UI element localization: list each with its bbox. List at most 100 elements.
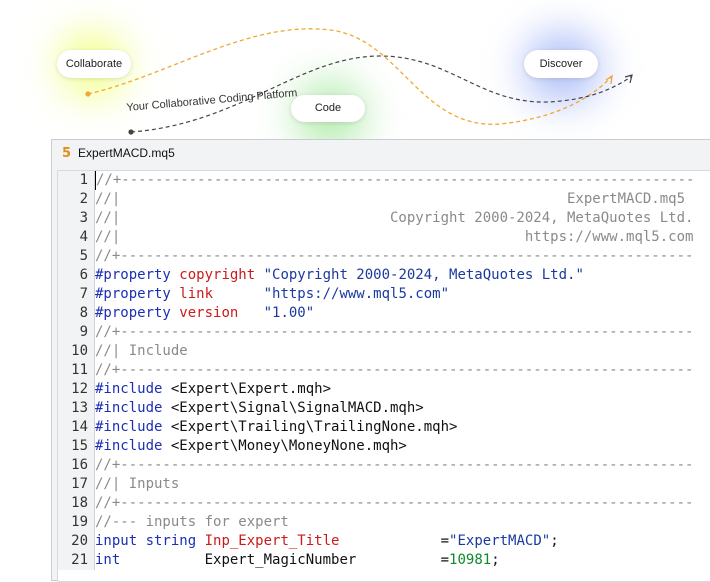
line-number: 2 bbox=[58, 190, 95, 209]
code-token: <Expert\Trailing\TrailingNone.mqh> bbox=[170, 419, 458, 435]
code-token: //+-------------------------------------… bbox=[95, 248, 694, 264]
line-number: 11 bbox=[58, 361, 95, 380]
line-number: 8 bbox=[58, 304, 95, 323]
code-line[interactable]: 8 #property version "1.00" bbox=[58, 304, 710, 323]
code-token: int bbox=[95, 552, 155, 568]
editor-tab[interactable]: 5 ExpertMACD.mq5 bbox=[52, 140, 710, 166]
code-token: //+-------------------------------------… bbox=[96, 172, 695, 188]
code-token: = bbox=[440, 552, 450, 568]
mql5-file-icon: 5 bbox=[62, 145, 72, 161]
line-text: //| Copyright 2000-2024, MetaQuotes Ltd. bbox=[95, 209, 693, 228]
code-line[interactable]: 6 #property copyright "Copyright 2000-202… bbox=[58, 266, 710, 285]
code-token: #include bbox=[95, 381, 171, 397]
line-text: //+-------------------------------------… bbox=[95, 494, 693, 513]
code-token: version bbox=[179, 305, 264, 321]
line-number: 20 bbox=[58, 532, 95, 551]
line-number: 1 bbox=[58, 171, 95, 190]
code-token: input bbox=[95, 533, 146, 549]
code-token: 10981 bbox=[449, 552, 492, 568]
code-token: //| Include bbox=[95, 343, 188, 359]
code-token: Expert_MagicNumber bbox=[154, 552, 441, 568]
line-text: //| Inputs bbox=[95, 475, 179, 494]
code-line[interactable]: 3//| Copyright 2000-2024, MetaQuotes Ltd… bbox=[58, 209, 710, 228]
code-line[interactable]: 10//| Include bbox=[58, 342, 710, 361]
line-number: 18 bbox=[58, 494, 95, 513]
code-line[interactable]: 19//--- inputs for expert bbox=[58, 513, 710, 532]
code-token: <Expert\Expert.mqh> bbox=[170, 381, 332, 397]
code-token: ; bbox=[550, 533, 559, 549]
code-token: = bbox=[440, 533, 450, 549]
line-number: 21 bbox=[58, 551, 95, 570]
code-line[interactable]: 9//+------------------------------------… bbox=[58, 323, 710, 342]
line-text: //+-------------------------------------… bbox=[95, 456, 693, 475]
code-token: #include bbox=[95, 400, 171, 416]
code-line[interactable]: 13 #include <Expert\Signal\SignalMACD.mqh… bbox=[58, 399, 710, 418]
code-token: "https://www.mql5.com" bbox=[263, 286, 450, 302]
code-token: //| Inputs bbox=[95, 476, 180, 492]
code-token: #include bbox=[95, 419, 171, 435]
line-number: 16 bbox=[58, 456, 95, 475]
code-line[interactable]: 15 #include <Expert\Money\MoneyNone.mqh> bbox=[58, 437, 710, 456]
code-token: link bbox=[179, 286, 264, 302]
line-number: 12 bbox=[58, 380, 95, 399]
line-number: 19 bbox=[58, 513, 95, 532]
code-line[interactable]: 2//| ExpertMACD.mq5 bbox=[58, 190, 710, 209]
line-number: 14 bbox=[58, 418, 95, 437]
code-token: //--- inputs for expert bbox=[95, 514, 289, 530]
code-line[interactable]: 1//+------------------------------------… bbox=[58, 171, 710, 190]
code-line[interactable]: 20 input string Inp_Expert_Title ="Expert… bbox=[58, 532, 710, 551]
code-token: copyright bbox=[179, 267, 264, 283]
code-token: "1.00" bbox=[263, 305, 315, 321]
code-line[interactable]: 21 int Expert_MagicNumber =10981; bbox=[58, 551, 710, 570]
line-number: 15 bbox=[58, 437, 95, 456]
line-text: //| Include bbox=[95, 342, 188, 361]
code-token: "Copyright 2000-2024, MetaQuotes Ltd." bbox=[263, 267, 584, 283]
code-line[interactable]: 4//| https://www.mql5.com bbox=[58, 228, 710, 247]
code-line[interactable]: 12 #include <Expert\Expert.mqh> bbox=[58, 380, 710, 399]
line-text: //+-------------------------------------… bbox=[95, 323, 693, 342]
line-number: 3 bbox=[58, 209, 95, 228]
code-area[interactable]: 1//+------------------------------------… bbox=[57, 170, 710, 582]
line-number: 10 bbox=[58, 342, 95, 361]
code-token: ; bbox=[491, 552, 500, 568]
code-token: Inp_Expert_Title bbox=[204, 533, 441, 549]
code-badge: Code bbox=[291, 95, 365, 122]
code-line[interactable]: 5//+------------------------------------… bbox=[58, 247, 710, 266]
line-text: #include <Expert\Expert.mqh> bbox=[95, 380, 331, 399]
code-token: <Expert\Signal\SignalMACD.mqh> bbox=[170, 400, 424, 416]
code-line[interactable]: 11//+-----------------------------------… bbox=[58, 361, 710, 380]
collaborate-badge: Collaborate bbox=[57, 50, 131, 78]
code-line[interactable]: 7 #property link "https://www.mql5.com" bbox=[58, 285, 710, 304]
line-number: 6 bbox=[58, 266, 95, 285]
code-token: #include bbox=[95, 438, 171, 454]
line-text: #include <Expert\Signal\SignalMACD.mqh> bbox=[95, 399, 424, 418]
code-editor-window: 5 ExpertMACD.mq5 1//+-------------------… bbox=[51, 139, 710, 582]
line-text: int Expert_MagicNumber =10981; bbox=[95, 551, 500, 570]
line-text: #property link "https://www.mql5.com" bbox=[95, 285, 449, 304]
code-line[interactable]: 16//+-----------------------------------… bbox=[58, 456, 710, 475]
code-token: #property bbox=[95, 305, 180, 321]
line-number: 13 bbox=[58, 399, 95, 418]
line-number: 17 bbox=[58, 475, 95, 494]
code-line[interactable]: 18//+-----------------------------------… bbox=[58, 494, 710, 513]
line-text: //--- inputs for expert bbox=[95, 513, 289, 532]
code-token: <Expert\Money\MoneyNone.mqh> bbox=[170, 438, 407, 454]
code-line[interactable]: 14 #include <Expert\Trailing\TrailingNone… bbox=[58, 418, 710, 437]
line-text: //+-------------------------------------… bbox=[95, 361, 693, 380]
line-text: input string Inp_Expert_Title ="ExpertMA… bbox=[95, 532, 559, 551]
code-line[interactable]: 17//| Inputs bbox=[58, 475, 710, 494]
code-token: "ExpertMACD" bbox=[449, 533, 551, 549]
code-token: #property bbox=[95, 286, 180, 302]
file-name: ExpertMACD.mq5 bbox=[78, 146, 175, 160]
line-number: 7 bbox=[58, 285, 95, 304]
discover-badge: Discover bbox=[524, 50, 598, 78]
code-token: string bbox=[145, 533, 205, 549]
code-token: //| Copyright 2000-2024, MetaQuotes Ltd. bbox=[95, 210, 694, 226]
line-number: 5 bbox=[58, 247, 95, 266]
line-text: //| https://www.mql5.com bbox=[95, 228, 693, 247]
line-text: //| ExpertMACD.mq5 bbox=[95, 190, 685, 209]
code-token: //+-------------------------------------… bbox=[95, 495, 694, 511]
code-token: #property bbox=[95, 267, 180, 283]
line-text: #include <Expert\Trailing\TrailingNone.m… bbox=[95, 418, 457, 437]
code-token: //| ExpertMACD.mq5 bbox=[95, 191, 686, 207]
